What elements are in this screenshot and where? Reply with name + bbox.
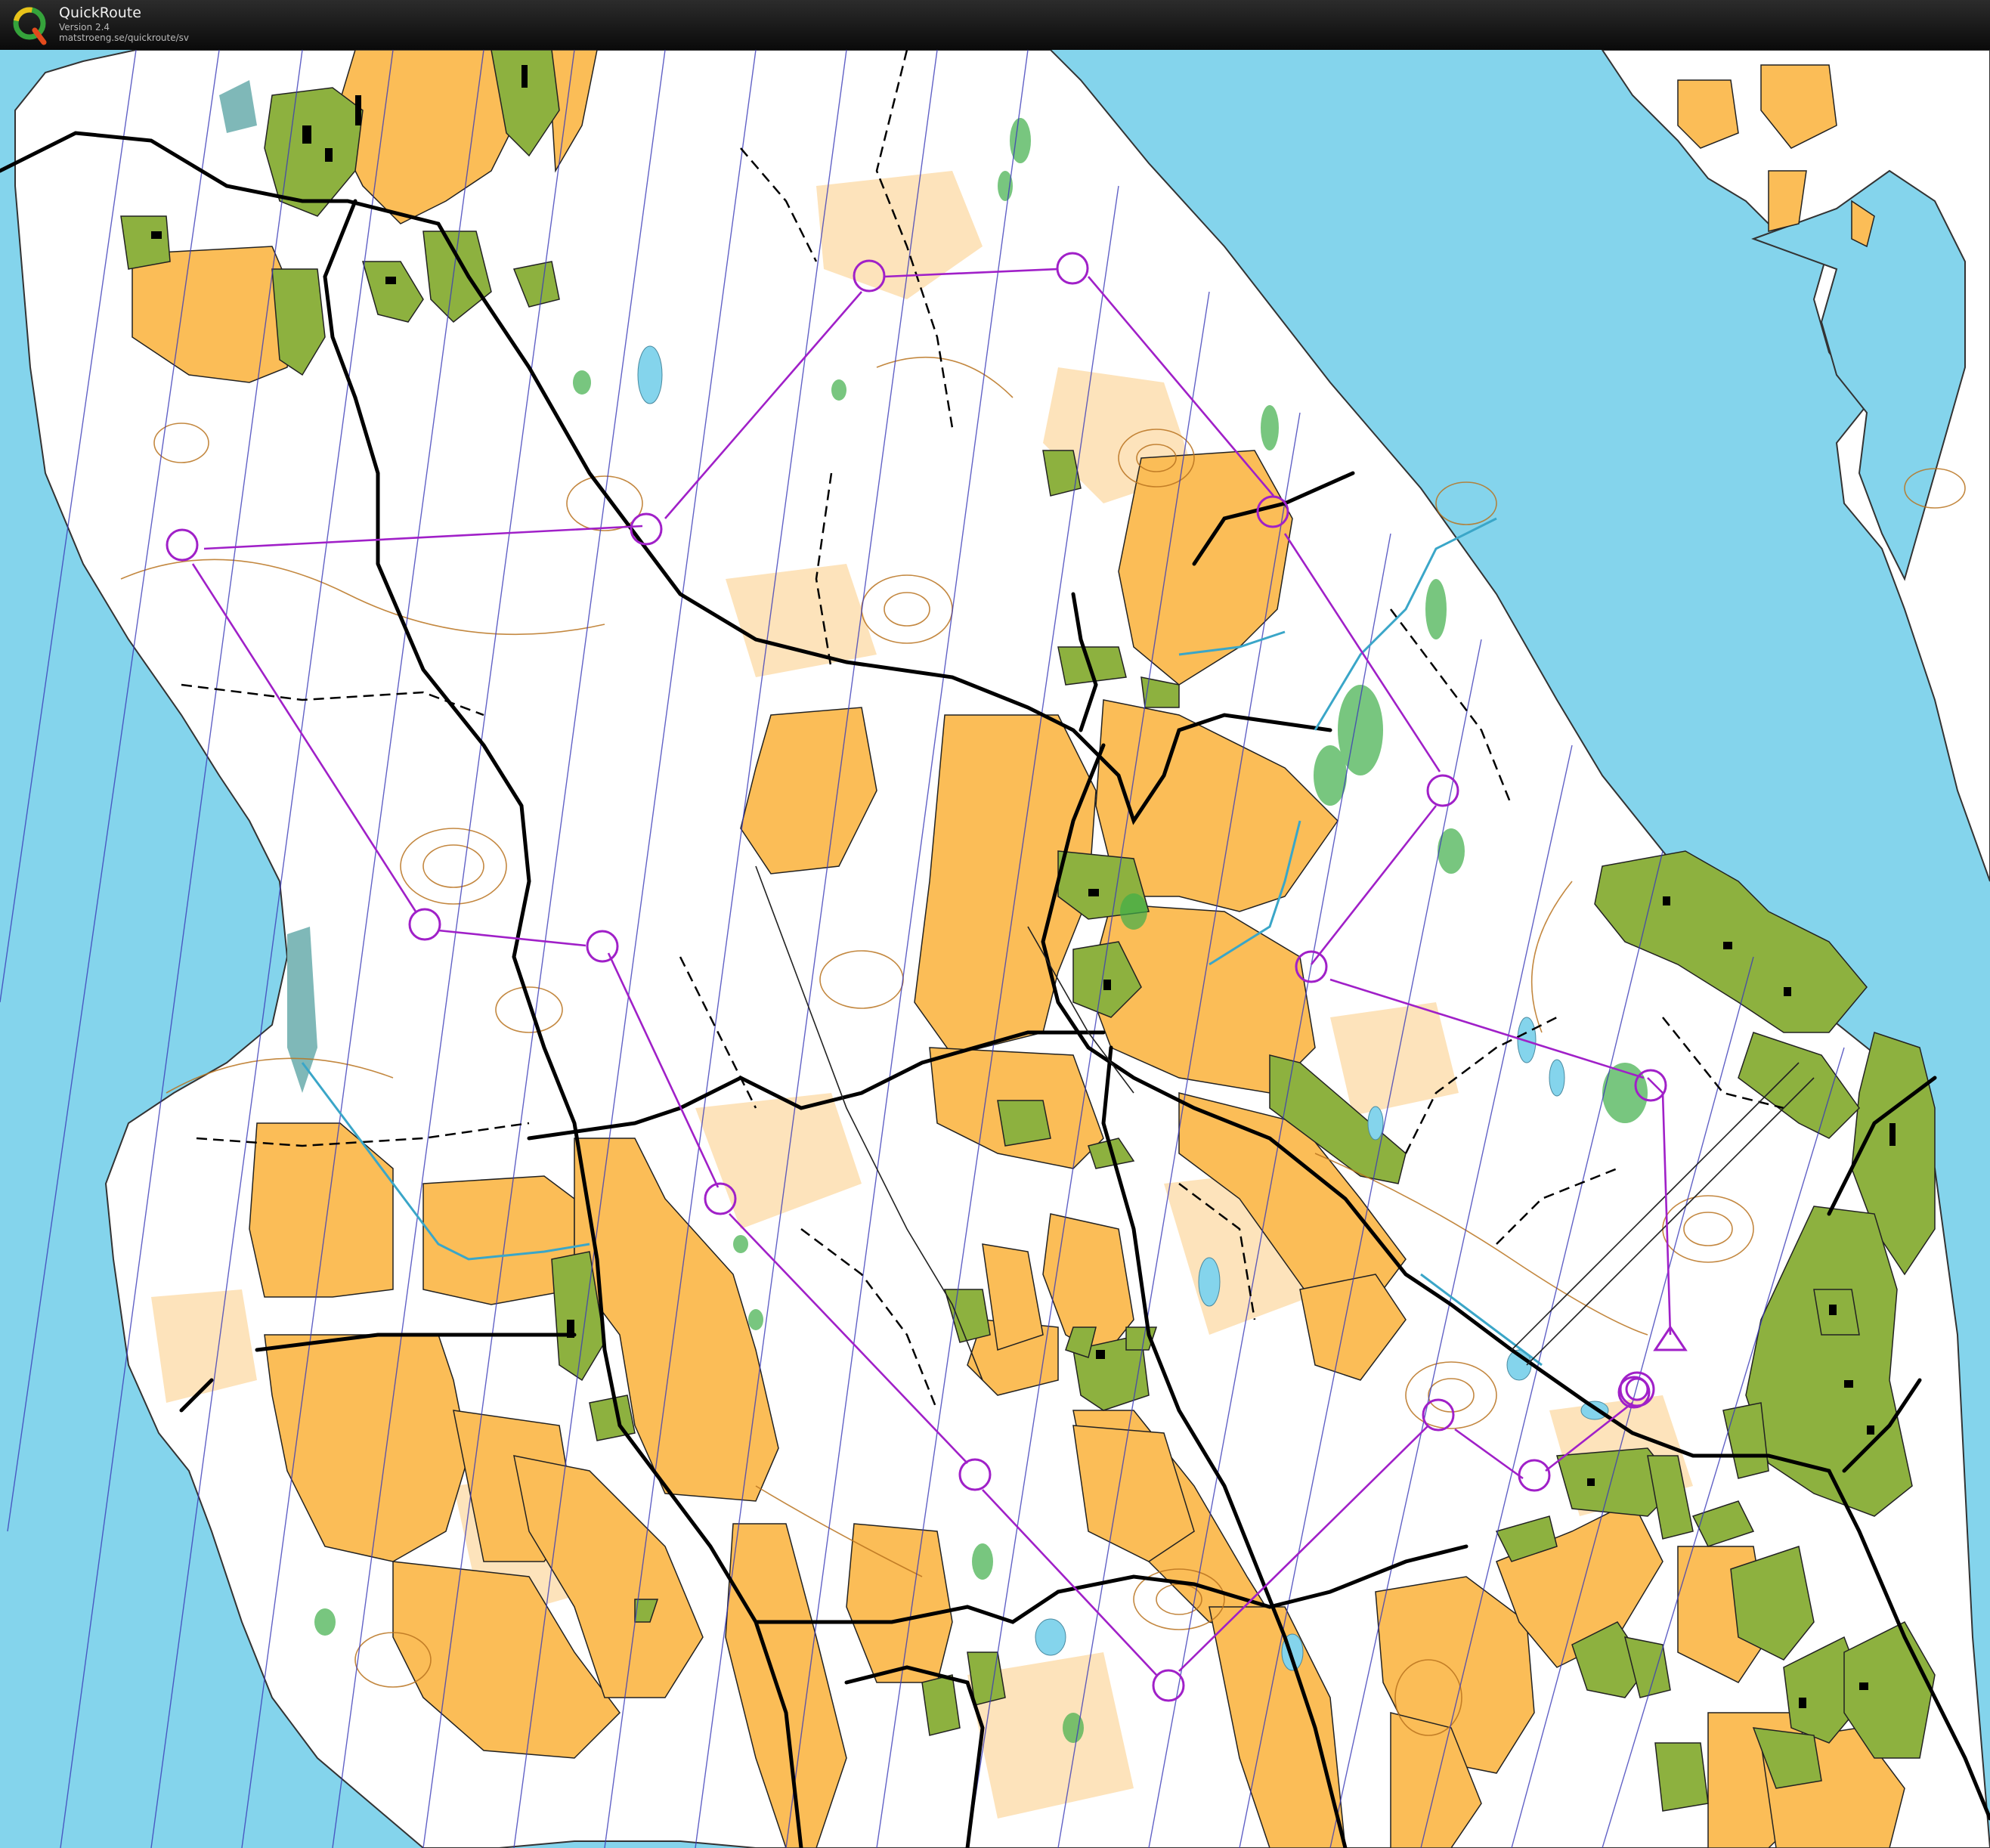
orienteering-map[interactable] [0, 50, 1990, 1848]
app-version: Version 2.4 [59, 22, 110, 33]
map-viewport[interactable] [0, 50, 1990, 1848]
app-title: QuickRoute [59, 5, 141, 21]
quickroute-logo-icon [13, 7, 47, 45]
title-bar: QuickRoute Version 2.4 matstroeng.se/qui… [0, 0, 1990, 50]
app-url: matstroeng.se/quickroute/sv [59, 33, 190, 43]
